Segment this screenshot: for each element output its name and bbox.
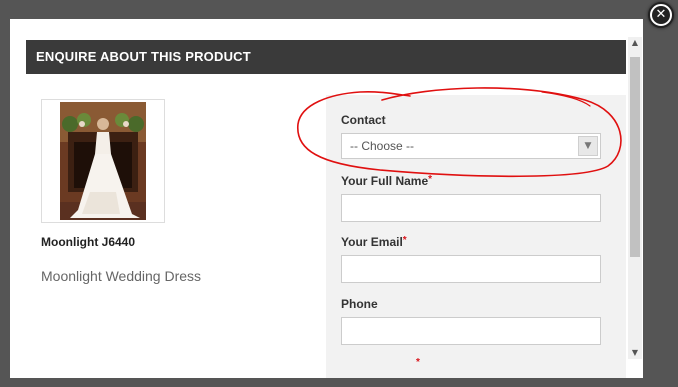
full-name-label-text: Your Full Name	[341, 174, 429, 188]
scroll-thumb[interactable]	[630, 57, 640, 257]
chevron-down-icon[interactable]: ▼	[578, 136, 598, 156]
contact-label: Contact	[341, 113, 386, 127]
close-icon[interactable]: ✕	[652, 6, 670, 24]
phone-label: Phone	[341, 297, 378, 311]
full-name-label: Your Full Name*	[341, 174, 432, 188]
email-label-text: Your Email	[341, 235, 403, 249]
contact-select-value: -- Choose --	[350, 139, 415, 153]
required-marker: *	[428, 174, 433, 185]
enquiry-form: Contact -- Choose -- ▼ Your Full Name* Y…	[326, 95, 626, 378]
close-button[interactable]: ✕	[648, 2, 674, 28]
product-description: Moonlight Wedding Dress	[41, 268, 202, 284]
phone-field[interactable]	[341, 317, 601, 345]
required-marker: *	[416, 357, 420, 368]
modal-scrollbar[interactable]: ▲ ▼	[628, 37, 642, 359]
enquiry-modal: ENQUIRE ABOUT THIS PRODUCT Moonlight J64…	[10, 19, 643, 378]
wedding-dress-photo	[60, 102, 146, 220]
required-marker: *	[402, 235, 407, 246]
email-label: Your Email*	[341, 235, 407, 249]
product-name: Moonlight J6440	[41, 235, 136, 249]
product-image	[41, 99, 165, 223]
scroll-down-arrow-icon[interactable]: ▼	[628, 347, 642, 359]
scroll-up-arrow-icon[interactable]: ▲	[628, 37, 642, 49]
contact-select[interactable]: -- Choose -- ▼	[341, 133, 601, 159]
full-name-field[interactable]	[341, 194, 601, 222]
email-field[interactable]	[341, 255, 601, 283]
modal-title: ENQUIRE ABOUT THIS PRODUCT	[26, 40, 626, 74]
next-field-label: *	[416, 357, 420, 371]
